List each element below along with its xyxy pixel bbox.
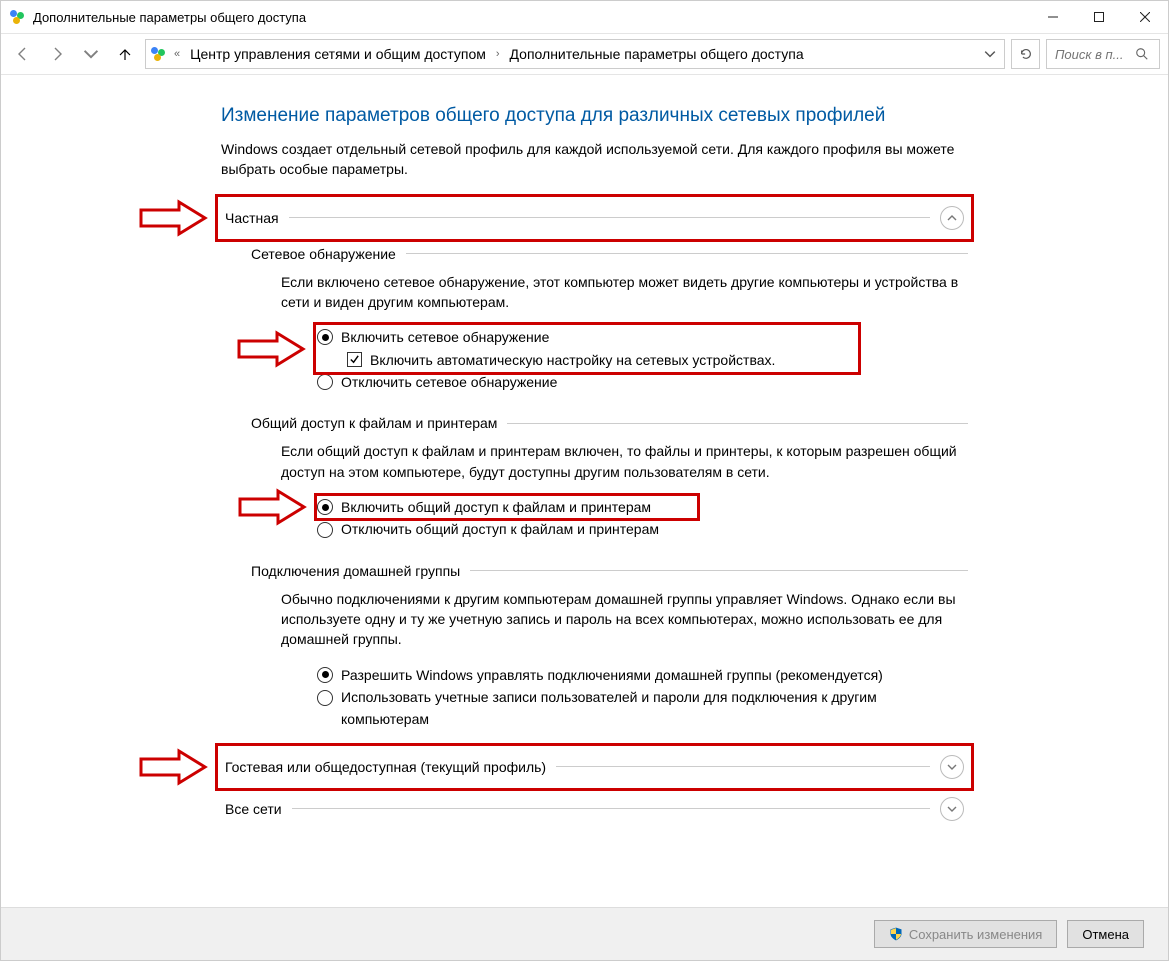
homegroup-user-radio[interactable] — [317, 690, 333, 706]
profile-all-header[interactable]: Все сети — [221, 791, 968, 827]
page-title: Изменение параметров общего доступа для … — [221, 105, 968, 127]
fileshare-on-label: Включить общий доступ к файлам и принтер… — [341, 496, 651, 518]
fileshare-off-label: Отключить общий доступ к файлам и принте… — [341, 518, 659, 540]
window: Дополнительные параметры общего доступа … — [0, 0, 1169, 961]
breadcrumb-item[interactable]: Центр управления сетями и общим доступом — [188, 46, 488, 62]
homegroup-user-label: Использовать учетные записи пользователе… — [341, 686, 968, 731]
footer: Сохранить изменения Отмена — [1, 907, 1168, 960]
refresh-button[interactable] — [1011, 39, 1040, 69]
chevron-up-icon[interactable] — [940, 206, 964, 230]
cancel-button-label: Отмена — [1082, 927, 1129, 942]
fileshare-desc: Если общий доступ к файлам и принтерам в… — [281, 441, 968, 482]
homegroup-title: Подключения домашней группы — [251, 563, 460, 579]
search-icon — [1135, 47, 1149, 61]
profile-private-label: Частная — [225, 210, 279, 226]
discovery-off-label: Отключить сетевое обнаружение — [341, 371, 557, 393]
chevron-right-icon: › — [494, 48, 502, 60]
breadcrumb-overflow[interactable]: « — [172, 48, 182, 60]
profile-private-header[interactable]: Частная — [221, 200, 968, 236]
fileshare-title: Общий доступ к файлам и принтерам — [251, 415, 497, 431]
window-title: Дополнительные параметры общего доступа — [33, 10, 306, 25]
back-button[interactable] — [9, 42, 37, 66]
fileshare-off-radio[interactable] — [317, 522, 333, 538]
close-button[interactable] — [1122, 1, 1168, 33]
profile-guest-label: Гостевая или общедоступная (текущий проф… — [225, 759, 546, 775]
profile-all-label: Все сети — [225, 801, 282, 817]
chevron-down-icon[interactable] — [940, 797, 964, 821]
address-bar[interactable]: « Центр управления сетями и общим доступ… — [145, 39, 1005, 69]
homegroup-desc: Обычно подключениями к другим компьютера… — [281, 589, 968, 650]
discovery-on-label: Включить сетевое обнаружение — [341, 326, 549, 348]
maximize-button[interactable] — [1076, 1, 1122, 33]
network-center-icon — [9, 9, 25, 25]
homegroup-windows-radio[interactable] — [317, 667, 333, 683]
forward-button[interactable] — [43, 42, 71, 66]
cancel-button[interactable]: Отмена — [1067, 920, 1144, 948]
fileshare-on-radio[interactable] — [317, 499, 333, 515]
network-center-icon — [150, 46, 166, 62]
navbar: « Центр управления сетями и общим доступ… — [1, 34, 1168, 75]
page-description: Windows создает отдельный сетевой профил… — [221, 139, 968, 180]
discovery-auto-label: Включить автоматическую настройку на сет… — [370, 349, 775, 371]
discovery-off-radio[interactable] — [317, 374, 333, 390]
profile-guest-header[interactable]: Гостевая или общедоступная (текущий проф… — [221, 749, 968, 785]
address-dropdown-button[interactable] — [980, 48, 1000, 60]
homegroup-windows-label: Разрешить Windows управлять подключениям… — [341, 664, 883, 686]
minimize-button[interactable] — [1030, 1, 1076, 33]
search-box[interactable] — [1046, 39, 1160, 69]
save-button-label: Сохранить изменения — [909, 927, 1043, 942]
uac-shield-icon — [889, 927, 903, 941]
discovery-desc: Если включено сетевое обнаружение, этот … — [281, 272, 968, 313]
titlebar: Дополнительные параметры общего доступа — [1, 1, 1168, 34]
search-input[interactable] — [1053, 46, 1129, 63]
breadcrumb-item[interactable]: Дополнительные параметры общего доступа — [508, 46, 806, 62]
discovery-on-radio[interactable] — [317, 329, 333, 345]
discovery-title: Сетевое обнаружение — [251, 246, 396, 262]
content-area: Изменение параметров общего доступа для … — [1, 75, 1168, 907]
up-button[interactable] — [111, 42, 139, 66]
recent-locations-button[interactable] — [77, 42, 105, 66]
chevron-down-icon[interactable] — [940, 755, 964, 779]
discovery-auto-checkbox[interactable] — [347, 352, 362, 367]
save-button[interactable]: Сохранить изменения — [874, 920, 1058, 948]
